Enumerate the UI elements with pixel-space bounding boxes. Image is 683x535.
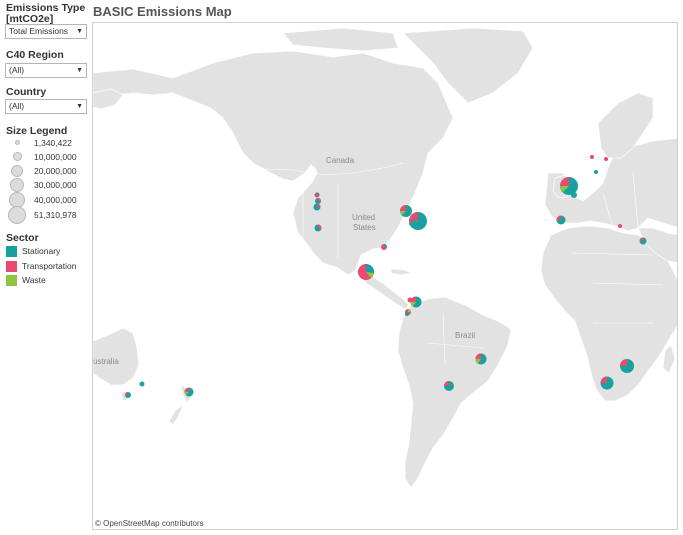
city-marker[interactable] <box>409 219 417 227</box>
city-marker[interactable] <box>571 192 577 198</box>
city-marker[interactable] <box>184 387 194 397</box>
map-view[interactable]: Canada United States Brazil ustralia © O… <box>92 22 678 530</box>
size-legend-item: 10,000,000 <box>6 152 92 166</box>
city-marker[interactable] <box>405 312 409 316</box>
waste-swatch <box>6 275 17 286</box>
emissions-type-dropdown[interactable]: Total Emissions ▼ <box>5 24 87 39</box>
north-america-land <box>93 50 454 276</box>
city-marker[interactable] <box>475 353 487 365</box>
city-marker[interactable] <box>590 155 594 159</box>
size-legend-item: 51,310,978 <box>6 206 92 224</box>
chevron-down-icon: ▼ <box>76 28 83 35</box>
sector-legend-title: Sector <box>6 232 39 244</box>
city-marker[interactable] <box>410 296 422 308</box>
city-marker[interactable] <box>381 244 387 250</box>
size-circle-icon <box>13 152 22 161</box>
city-marker[interactable] <box>400 205 412 217</box>
size-circle-icon <box>8 206 26 224</box>
chevron-down-icon: ▼ <box>76 103 83 110</box>
map-title: BASIC Emissions Map <box>93 4 232 19</box>
c40-region-dropdown[interactable]: (All) ▼ <box>5 63 87 78</box>
size-circle-icon <box>11 165 23 177</box>
emissions-type-value: Total Emissions <box>9 26 69 36</box>
size-legend-item: 1,340,422 <box>6 138 92 152</box>
city-marker[interactable] <box>407 297 413 303</box>
country-dropdown[interactable]: (All) ▼ <box>5 99 87 114</box>
country-value: (All) <box>9 101 25 111</box>
chevron-down-icon: ▼ <box>76 67 83 74</box>
size-circle-icon <box>15 140 20 145</box>
city-marker[interactable] <box>314 192 320 198</box>
city-marker[interactable] <box>125 392 131 398</box>
city-marker[interactable] <box>600 376 614 390</box>
sidebar: Emissions Type [mtCO2e] Total Emissions … <box>0 0 92 535</box>
city-marker[interactable] <box>314 224 322 232</box>
stationary-swatch <box>6 246 17 257</box>
landmasses <box>93 27 677 489</box>
arctic-islands-land <box>282 27 399 52</box>
label-brazil: Brazil <box>455 331 475 340</box>
city-marker[interactable] <box>594 170 598 174</box>
city-marker[interactable] <box>315 198 321 204</box>
city-marker[interactable] <box>358 263 375 280</box>
size-legend-title: Size Legend <box>6 125 68 137</box>
c40-region-value: (All) <box>9 65 25 75</box>
city-marker[interactable] <box>620 359 634 373</box>
city-marker[interactable] <box>556 215 566 225</box>
city-marker[interactable] <box>639 237 647 245</box>
label-canada: Canada <box>326 156 355 165</box>
madagascar-land <box>662 344 676 374</box>
city-marker[interactable] <box>139 381 145 387</box>
city-marker[interactable] <box>618 224 622 228</box>
c40-region-title: C40 Region <box>6 49 64 61</box>
label-australia: ustralia <box>93 357 119 366</box>
city-marker[interactable] <box>444 381 454 391</box>
transportation-swatch <box>6 261 17 272</box>
label-united: United <box>352 213 375 222</box>
caribbean-land <box>390 268 413 276</box>
city-marker[interactable] <box>313 203 321 211</box>
size-circle-icon <box>10 178 24 192</box>
world-map[interactable]: Canada United States Brazil ustralia <box>93 23 678 530</box>
emissions-type-title: Emissions Type [mtCO2e] <box>6 2 86 25</box>
city-marker[interactable] <box>604 157 608 161</box>
south-america-land <box>397 296 512 489</box>
map-attribution[interactable]: © OpenStreetMap contributors <box>95 519 204 528</box>
country-title: Country <box>6 86 47 98</box>
label-states: States <box>353 223 376 232</box>
